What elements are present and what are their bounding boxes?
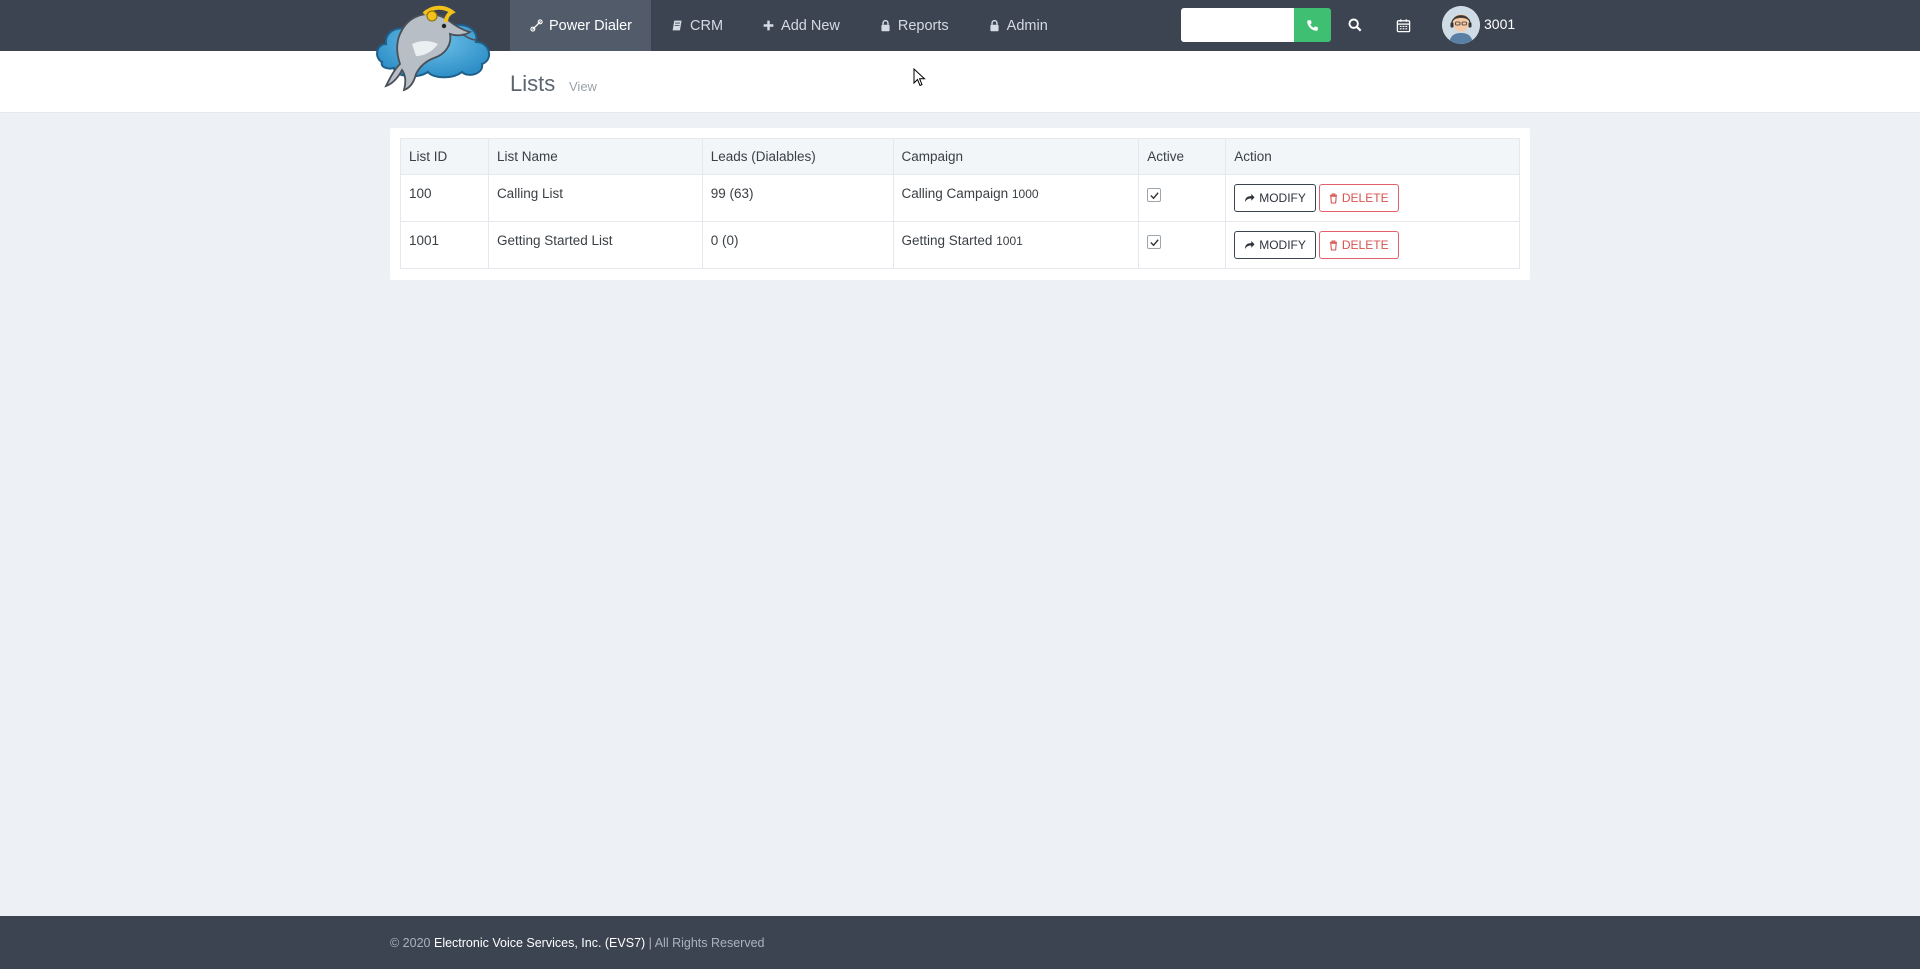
- dial-number-input[interactable]: [1181, 8, 1294, 42]
- modify-label: MODIFY: [1259, 238, 1306, 252]
- calendar-icon: [1396, 18, 1410, 32]
- search-button[interactable]: [1344, 14, 1366, 36]
- top-navbar: Power Dialer CRM Add New Reports Admin 3…: [0, 0, 1920, 51]
- checkmark-icon: [1150, 239, 1159, 247]
- nav-item-label: Reports: [897, 17, 949, 34]
- copyright-suffix: | All Rights Reserved: [648, 936, 765, 950]
- nav-item-label: CRM: [690, 17, 724, 34]
- page-subtitle: View: [569, 79, 597, 94]
- lock-icon: [879, 19, 892, 32]
- modify-label: MODIFY: [1259, 191, 1306, 205]
- nav-item-admin[interactable]: Admin: [968, 0, 1067, 51]
- campaign-id: 1001: [996, 234, 1023, 248]
- active-checkbox[interactable]: [1147, 188, 1162, 202]
- cell-list-id: 1001: [400, 221, 489, 269]
- modify-button[interactable]: MODIFY: [1234, 231, 1316, 259]
- trash-icon: [1329, 239, 1337, 251]
- lists-table: List ID List Name Leads (Dialables) Camp…: [400, 138, 1520, 269]
- lock-icon: [988, 19, 1001, 32]
- lists-panel: List ID List Name Leads (Dialables) Camp…: [390, 128, 1530, 280]
- nav-item-add-new[interactable]: Add New: [742, 0, 859, 51]
- dial-call-button[interactable]: [1294, 8, 1331, 42]
- page-title: Lists: [510, 71, 556, 96]
- user-avatar[interactable]: [1442, 6, 1480, 44]
- cell-list-name: Getting Started List: [487, 221, 703, 269]
- plus-icon: [762, 19, 775, 32]
- delete-button[interactable]: DELETE: [1318, 184, 1399, 212]
- checkmark-icon: [1150, 192, 1159, 200]
- column-header-campaign[interactable]: Campaign: [892, 138, 1140, 175]
- dolphin-cloud-logo-icon: [376, 5, 491, 92]
- modify-button[interactable]: MODIFY: [1234, 184, 1316, 212]
- table-header-row: List ID List Name Leads (Dialables) Camp…: [400, 138, 1520, 175]
- user-extension[interactable]: 3001: [1484, 16, 1515, 32]
- cell-campaign: Calling Campaign 1000: [892, 174, 1140, 222]
- cell-active: [1138, 174, 1227, 222]
- copyright-year: © 2020: [390, 936, 431, 950]
- cell-list-name: Calling List: [487, 174, 703, 222]
- active-checkbox[interactable]: [1147, 235, 1162, 249]
- nav-item-label: Power Dialer: [549, 17, 632, 34]
- delete-label: DELETE: [1341, 191, 1389, 205]
- share-arrow-icon: [1245, 240, 1255, 250]
- column-header-list-id[interactable]: List ID: [400, 138, 489, 175]
- nav-item-power-dialer[interactable]: Power Dialer: [510, 0, 651, 51]
- campaign-name: Getting Started: [901, 233, 993, 248]
- cell-leads: 99 (63): [701, 174, 894, 222]
- column-header-action: Action: [1225, 138, 1520, 175]
- agent-headset-avatar-icon: [1442, 6, 1480, 44]
- footer-company-link[interactable]: Electronic Voice Services, Inc. (EVS7): [434, 936, 645, 950]
- nav-item-label: Add New: [781, 17, 840, 34]
- trash-icon: [1329, 192, 1337, 204]
- nav-item-crm[interactable]: CRM: [651, 0, 742, 51]
- main-nav: Power Dialer CRM Add New Reports Admin: [510, 0, 1067, 51]
- phone-icon: [1307, 19, 1318, 31]
- cell-campaign: Getting Started 1001: [892, 221, 1140, 269]
- calendar-button[interactable]: [1392, 14, 1414, 36]
- book-icon: [671, 19, 684, 32]
- column-header-list-name[interactable]: List Name: [487, 138, 703, 175]
- cell-leads: 0 (0): [701, 221, 894, 269]
- cell-active: [1138, 221, 1227, 269]
- campaign-id: 1000: [1011, 187, 1039, 201]
- cell-action: MODIFY DELETE: [1225, 221, 1520, 269]
- cell-action: MODIFY DELETE: [1225, 174, 1520, 222]
- copyright-text: © 2020 Electronic Voice Services, Inc. (…: [390, 936, 764, 950]
- phone-handset-icon: [530, 19, 543, 32]
- page-header: Lists View: [0, 51, 1920, 113]
- cell-list-id: 100: [400, 174, 489, 222]
- table-row: 100 Calling List 99 (63) Calling Campaig…: [400, 174, 1520, 222]
- evs7-logo[interactable]: [372, 0, 498, 92]
- share-arrow-icon: [1245, 193, 1255, 203]
- column-header-active[interactable]: Active: [1138, 138, 1227, 175]
- nav-item-label: Admin: [1006, 17, 1048, 34]
- delete-button[interactable]: DELETE: [1318, 231, 1399, 259]
- mouse-pointer-icon: [913, 68, 926, 87]
- campaign-name: Calling Campaign: [901, 186, 1009, 201]
- page-footer: © 2020 Electronic Voice Services, Inc. (…: [0, 916, 1920, 969]
- table-row: 1001 Getting Started List 0 (0) Getting …: [400, 221, 1520, 269]
- search-icon: [1348, 18, 1362, 32]
- nav-item-reports[interactable]: Reports: [859, 0, 968, 51]
- delete-label: DELETE: [1341, 238, 1389, 252]
- column-header-leads[interactable]: Leads (Dialables): [701, 138, 894, 175]
